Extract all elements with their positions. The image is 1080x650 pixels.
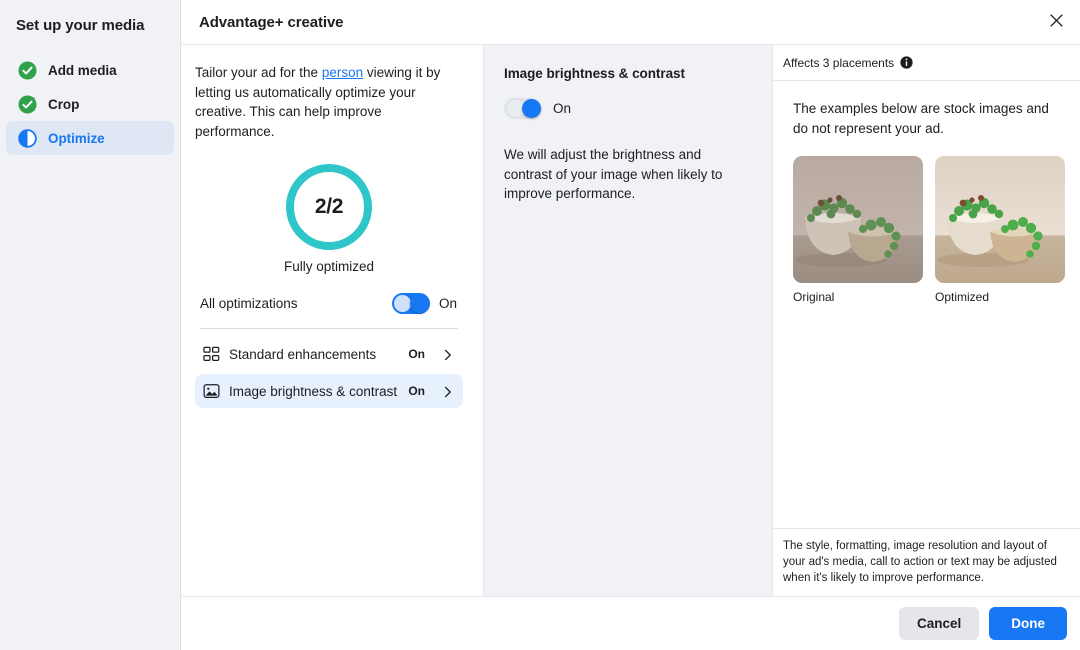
score-value: 2/2 [315, 195, 343, 219]
list-divider [200, 328, 458, 329]
original-thumbnail [793, 156, 923, 283]
setup-steps: Add media Crop Optimiz [0, 53, 180, 155]
setup-sidebar: Set up your media Add media [0, 0, 180, 650]
detail-description: We will adjust the brightness and contra… [504, 145, 752, 204]
check-circle-icon [18, 95, 37, 114]
preview-column: Affects 3 placements The examples below … [773, 45, 1080, 596]
sidebar-item-label: Crop [48, 97, 79, 112]
example-label: Original [793, 290, 923, 304]
modal-panel: Advantage+ creative Tailor your ad for t… [180, 0, 1080, 650]
optimization-list: Standard enhancements On [194, 337, 464, 408]
example-label: Optimized [935, 290, 1065, 304]
advantage-creative-dialog: Set up your media Add media [0, 0, 1080, 650]
all-optimizations-row: All optimizations On [194, 288, 464, 318]
image-icon [203, 383, 220, 400]
brightness-contrast-toggle[interactable] [504, 98, 542, 119]
all-optimizations-toggle[interactable] [392, 293, 430, 314]
list-item-label: Image brightness & contrast [229, 384, 399, 399]
modal-footer: Cancel Done [181, 596, 1080, 650]
modal-header: Advantage+ creative [181, 0, 1080, 45]
preview-area: The examples below are stock images and … [773, 81, 1080, 528]
grid-icon [203, 346, 220, 363]
check-circle-icon [18, 61, 37, 80]
preview-disclaimer: The style, formatting, image resolution … [773, 528, 1080, 596]
placements-bar: Affects 3 placements [773, 45, 1080, 81]
detail-title: Image brightness & contrast [504, 66, 752, 81]
close-button[interactable] [1041, 7, 1071, 37]
sidebar-item-add-media[interactable]: Add media [6, 53, 174, 87]
sidebar-item-optimize[interactable]: Optimize [6, 121, 174, 155]
info-icon[interactable] [900, 56, 913, 69]
optimize-summary-column: Tailor your ad for the person viewing it… [181, 45, 484, 596]
detail-column: Image brightness & contrast On We will a… [484, 45, 773, 596]
half-circle-icon [18, 129, 37, 148]
sidebar-item-label: Add media [48, 63, 117, 78]
preview-note: The examples below are stock images and … [793, 99, 1065, 138]
brightness-contrast-state: On [553, 101, 571, 116]
list-item-image-brightness-contrast[interactable]: Image brightness & contrast On [195, 374, 463, 408]
list-item-standard-enhancements[interactable]: Standard enhancements On [195, 337, 463, 371]
modal-body: Tailor your ad for the person viewing it… [181, 45, 1080, 596]
sidebar-title: Set up your media [0, 0, 180, 34]
list-item-label: Standard enhancements [229, 347, 399, 362]
person-link[interactable]: person [322, 65, 363, 80]
chevron-right-icon [442, 385, 454, 397]
list-item-state: On [408, 347, 425, 361]
all-optimizations-state: On [439, 296, 457, 311]
intro-text-before: Tailor your ad for the [195, 65, 322, 80]
example-optimized: Optimized [935, 156, 1065, 304]
optimize-intro: Tailor your ad for the person viewing it… [194, 63, 464, 141]
chevron-right-icon [442, 348, 454, 360]
placements-label: Affects 3 placements [783, 56, 894, 70]
list-item-state: On [408, 384, 425, 398]
all-optimizations-control: On [392, 293, 457, 314]
close-icon [1048, 12, 1065, 32]
optimized-thumbnail [935, 156, 1065, 283]
all-optimizations-label: All optimizations [200, 296, 298, 311]
score-caption: Fully optimized [284, 259, 374, 274]
done-button[interactable]: Done [989, 607, 1067, 640]
sidebar-item-label: Optimize [48, 131, 105, 146]
detail-toggle-row: On [504, 98, 752, 119]
page-title: Advantage+ creative [199, 14, 343, 31]
cancel-button[interactable]: Cancel [899, 607, 979, 640]
optimization-score: 2/2 Fully optimized [194, 164, 464, 274]
sidebar-item-crop[interactable]: Crop [6, 87, 174, 121]
example-original: Original [793, 156, 923, 304]
score-ring: 2/2 [286, 164, 372, 250]
example-images: Original [793, 156, 1065, 304]
